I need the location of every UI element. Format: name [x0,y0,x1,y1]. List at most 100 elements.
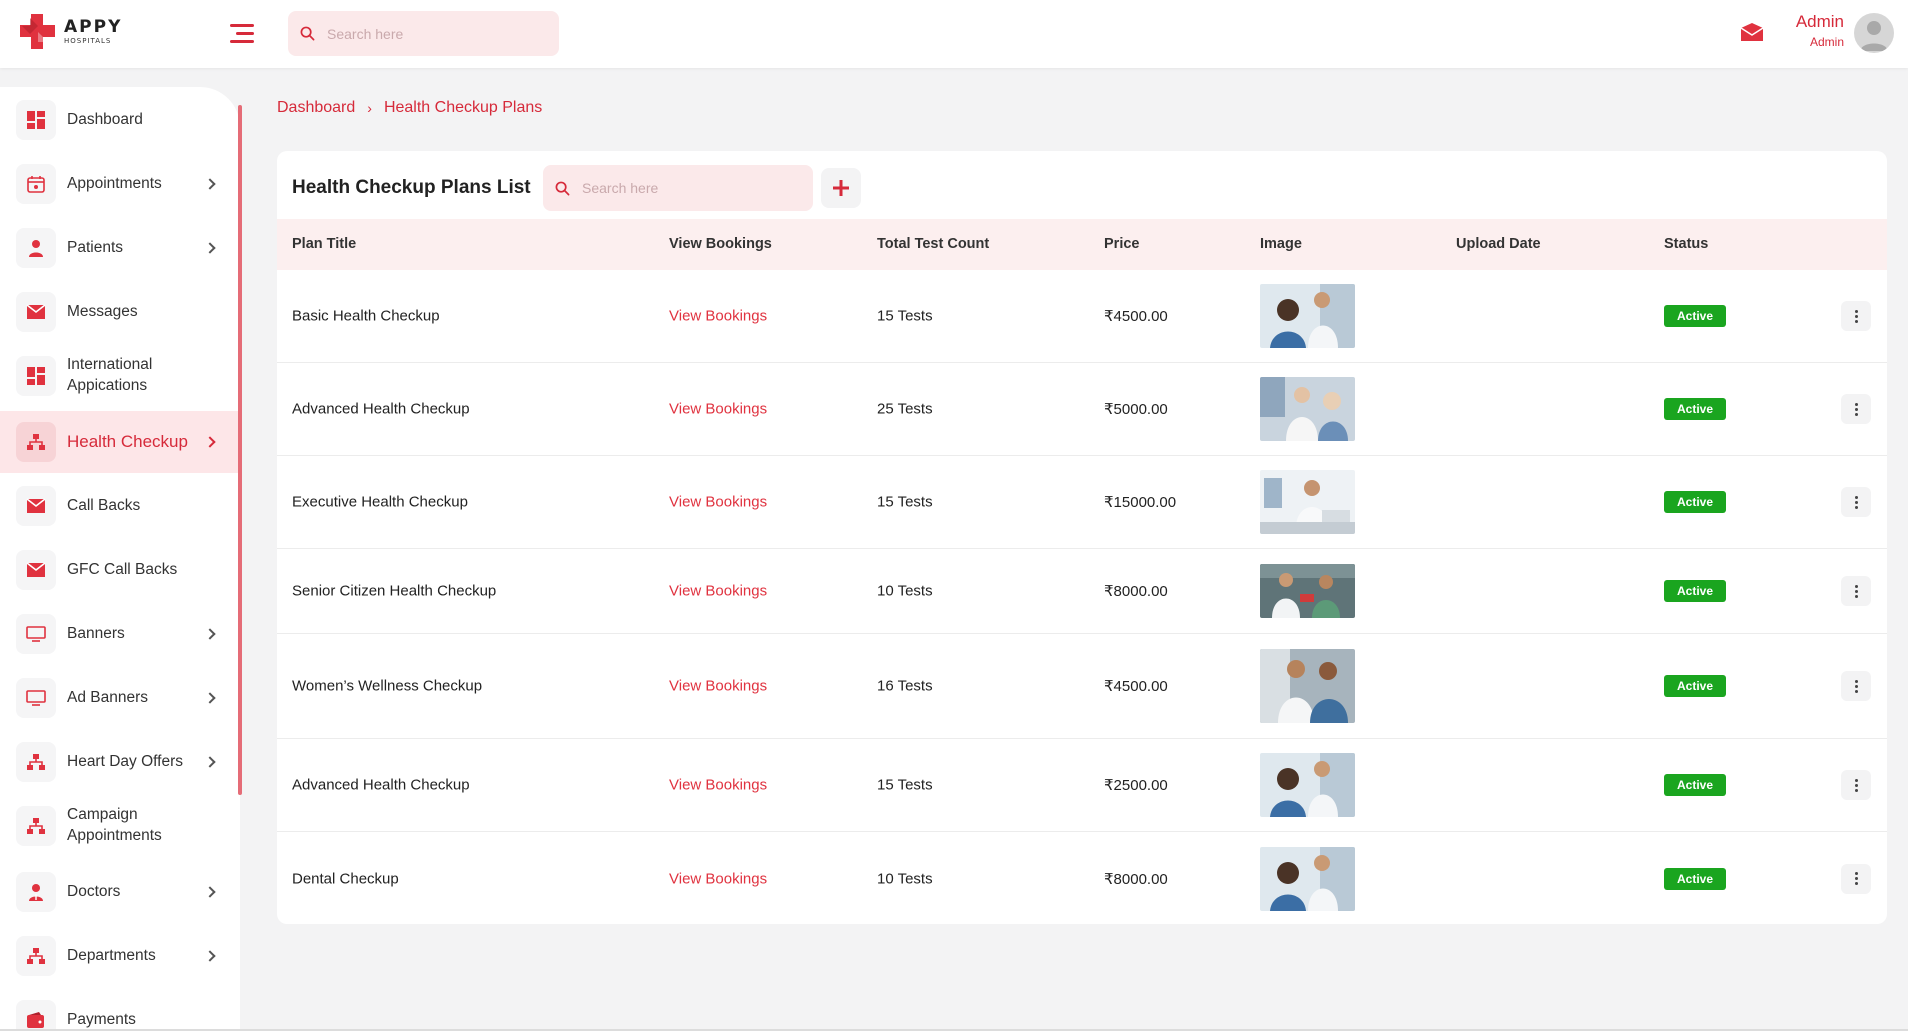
sidebar-item-appointments[interactable]: Appointments [0,153,240,215]
breadcrumb: Dashboard › Health Checkup Plans [277,99,542,117]
sidebar-item-label: Banners [67,624,125,642]
plan-image [1260,377,1355,441]
admin-role: Admin [1809,35,1844,49]
column-header[interactable]: Price [1104,236,1139,252]
sidebar-item-campaign-appointments[interactable]: Campaign Appointments [0,795,240,857]
sidebar-item-heart-day-offers[interactable]: Heart Day Offers [0,731,240,793]
chevron-right-icon [204,436,216,448]
sidebar: Dashboard Appointments Patients Messages… [0,87,240,1031]
app-logo[interactable]: APPY HOSPITALS [18,12,122,52]
doctor-icon [16,872,56,912]
chevron-right-icon [204,242,216,254]
view-bookings-link[interactable]: View Bookings [669,308,767,325]
chevron-right-icon [204,950,216,962]
table-row: Senior Citizen Health Checkup View Booki… [277,549,1887,634]
row-actions-icon[interactable] [1841,671,1871,701]
sidebar-item-health-checkup[interactable]: Health Checkup [0,411,240,473]
column-header[interactable]: Upload Date [1456,236,1541,252]
plan-title: Dental Checkup [292,870,399,887]
column-header[interactable]: Status [1664,236,1708,252]
sidebar-item-call-backs[interactable]: Call Backs [0,475,240,537]
view-bookings-link[interactable]: View Bookings [669,777,767,794]
user-avatar-icon [1860,21,1888,51]
top-header: APPY HOSPITALS Admin Admin [0,0,1908,68]
sidebar-item-label: Campaign Appointments [67,806,162,844]
status-badge: Active [1664,491,1726,513]
price: ₹4500.00 [1104,678,1168,695]
row-actions-icon[interactable] [1841,576,1871,606]
test-count: 10 Tests [877,870,933,887]
dashboard-icon [16,100,56,140]
monitor-icon [16,678,56,718]
plus-icon [833,180,849,196]
user-icon [16,228,56,268]
chevron-right-icon: › [367,100,372,116]
view-bookings-link[interactable]: View Bookings [669,583,767,600]
sidebar-item-patients[interactable]: Patients [0,217,240,279]
mail-notification-icon[interactable] [1740,22,1764,42]
avatar[interactable] [1854,13,1894,53]
test-count: 25 Tests [877,400,933,418]
row-actions-icon[interactable] [1841,301,1871,331]
plan-image [1260,470,1355,534]
sidebar-item-ad-banners[interactable]: Ad Banners [0,667,240,729]
sidebar-item-dashboard[interactable]: Dashboard [0,89,240,151]
plan-image [1260,649,1355,723]
sidebar-item-payments[interactable]: Payments [0,989,240,1031]
plans-search-input[interactable] [582,180,782,196]
column-header[interactable]: Total Test Count [877,236,989,252]
dashboard-icon [16,356,56,396]
calendar-icon [16,164,56,204]
view-bookings-link[interactable]: View Bookings [669,870,767,887]
row-actions-icon[interactable] [1841,487,1871,517]
sidebar-item-gfc-call-backs[interactable]: GFC Call Backs [0,539,240,601]
admin-info[interactable]: Admin Admin [1796,12,1844,49]
price: ₹2500.00 [1104,777,1168,794]
sidebar-item-departments[interactable]: Departments [0,925,240,987]
price: ₹5000.00 [1104,401,1168,418]
price: ₹8000.00 [1104,870,1168,888]
table-row: Basic Health Checkup View Bookings 15 Te… [277,270,1887,363]
row-actions-icon[interactable] [1841,394,1871,424]
test-count: 15 Tests [877,493,933,511]
top-search[interactable] [288,11,559,56]
search-icon [555,181,570,195]
status-badge: Active [1664,675,1726,697]
test-count: 15 Tests [877,776,933,794]
view-bookings-link[interactable]: View Bookings [669,678,767,695]
sidebar-scrollbar[interactable] [238,105,242,795]
status-badge: Active [1664,398,1726,420]
plan-title: Executive Health Checkup [292,493,468,511]
column-header[interactable]: View Bookings [669,236,772,252]
price: ₹8000.00 [1104,583,1168,600]
chevron-right-icon [204,692,216,704]
top-search-input[interactable] [327,25,527,42]
sidebar-item-label: GFC Call Backs [67,560,178,578]
column-header[interactable]: Image [1260,236,1302,252]
mail-icon [16,292,56,332]
table-row: Women’s Wellness Checkup View Bookings 1… [277,634,1887,739]
sidebar-item-label: Ad Banners [67,688,148,706]
sidebar-item-messages[interactable]: Messages [0,281,240,343]
view-bookings-link[interactable]: View Bookings [669,401,767,418]
sidebar-item-label: Doctors [67,882,121,900]
column-header[interactable]: Plan Title [292,236,356,252]
mail-icon [16,486,56,526]
view-bookings-link[interactable]: View Bookings [669,494,767,511]
sidebar-item-banners[interactable]: Banners [0,603,240,665]
add-plan-button[interactable] [821,168,861,208]
sitemap-icon [16,742,56,782]
plan-title: Advanced Health Checkup [292,776,470,794]
sidebar-item-international[interactable]: International Appications [0,345,240,407]
menu-toggle-icon[interactable] [230,24,254,46]
status-badge: Active [1664,774,1726,796]
sidebar-item-label: Appointments [67,174,162,192]
row-actions-icon[interactable] [1841,863,1871,894]
sidebar-item-doctors[interactable]: Doctors [0,861,240,923]
chevron-right-icon [204,756,216,768]
row-actions-icon[interactable] [1841,770,1871,800]
breadcrumb-home[interactable]: Dashboard [277,99,355,117]
plan-title: Advanced Health Checkup [292,400,470,418]
page-title: Health Checkup Plans List [292,177,531,198]
plans-search[interactable] [543,165,813,211]
